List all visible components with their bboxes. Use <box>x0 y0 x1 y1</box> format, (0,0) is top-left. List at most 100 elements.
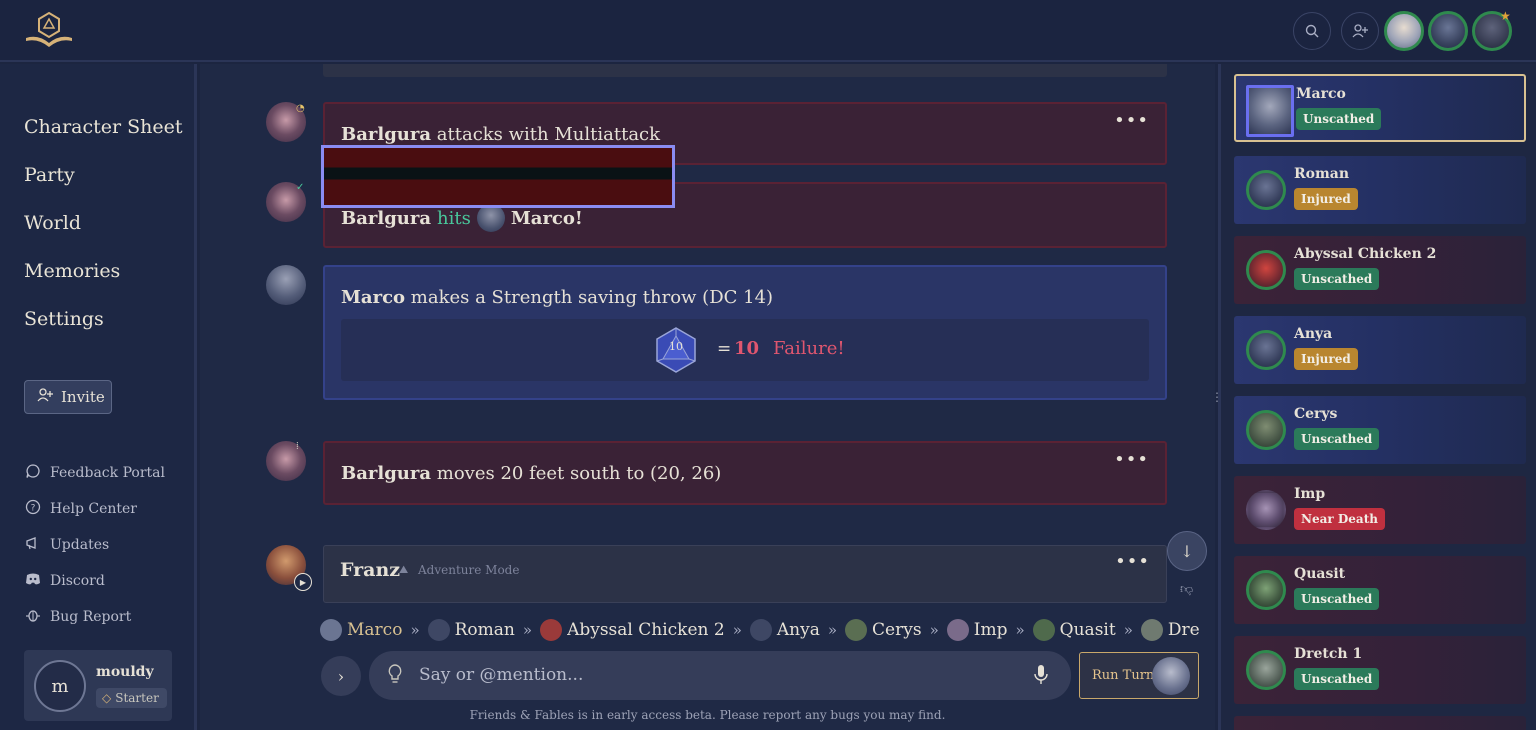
play-icon[interactable]: ▶ <box>294 573 312 591</box>
turn-item[interactable]: Abyssal Chicken 2 <box>540 619 725 641</box>
combatant-name: Dretch 1 <box>1294 646 1363 662</box>
expand-chevron-button[interactable]: › <box>321 656 361 696</box>
turn-item[interactable]: Marco <box>320 619 402 641</box>
player-avatar[interactable] <box>1384 11 1424 51</box>
help-center-label: Help Center <box>50 501 138 517</box>
combatant-card[interactable]: Imp Near Death <box>1234 476 1526 544</box>
nav-settings[interactable]: Settings <box>24 308 104 330</box>
footprints-icon: ⁞ <box>296 441 299 452</box>
top-bar: ★ <box>0 0 1536 62</box>
chat-area: ◔ Barlgura attacks with Multiattack ••• … <box>200 64 1215 730</box>
user-profile-card[interactable]: m mouldy ◇ Starter <box>24 650 172 721</box>
avatar <box>749 619 772 641</box>
d20-book-logo-icon[interactable] <box>22 10 76 50</box>
invite-label: Invite <box>61 388 105 406</box>
roll-total: 10 <box>734 338 760 359</box>
message-input[interactable] <box>419 663 999 687</box>
chevrons-icon: » <box>522 621 533 639</box>
combatant-card[interactable]: Quasit Unscathed <box>1234 556 1526 624</box>
die-value: 10 <box>669 340 683 353</box>
combatant-card[interactable]: Anya Injured <box>1234 316 1526 384</box>
turn-item[interactable]: Anya <box>749 619 820 641</box>
run-turn-label: Run Turn <box>1092 668 1155 683</box>
roll-result-box: 10 = 10 Failure! <box>341 319 1149 381</box>
hit-verb: hits <box>437 207 471 229</box>
lightbulb-icon[interactable] <box>387 664 403 688</box>
megaphone-icon <box>24 535 42 555</box>
turn-item[interactable]: Imp <box>946 619 1007 641</box>
more-options-icon[interactable]: ••• <box>1114 110 1149 131</box>
updates-link[interactable]: Updates <box>24 535 109 555</box>
avatar <box>1032 619 1055 641</box>
check-circle-icon: ✓ <box>296 182 305 193</box>
combatant-card[interactable]: Marco Unscathed <box>1234 74 1526 142</box>
help-center-link[interactable]: ? Help Center <box>24 499 137 519</box>
chevrons-icon: » <box>410 621 420 639</box>
player-avatar[interactable] <box>1428 11 1468 51</box>
nav-character-sheet[interactable]: Character Sheet <box>24 116 183 138</box>
message-actor: Barlgura <box>341 207 432 229</box>
turn-item[interactable]: Roman <box>427 619 515 641</box>
equals-sign: = <box>717 339 732 359</box>
discord-link[interactable]: Discord <box>24 571 105 591</box>
speech-bubble-icon <box>24 463 42 483</box>
more-options-icon[interactable]: ••• <box>1115 551 1150 572</box>
feedback-portal-link[interactable]: Feedback Portal <box>24 463 165 483</box>
mode-label: Adventure Mode <box>418 563 520 577</box>
d20-icon: 10 <box>654 326 698 374</box>
feedback-portal-label: Feedback Portal <box>50 465 165 481</box>
status-badge: Injured <box>1294 188 1358 210</box>
combatant-card[interactable]: Dretch 1 Unscathed <box>1234 636 1526 704</box>
avatar <box>1246 650 1286 690</box>
nav-world[interactable]: World <box>24 212 81 234</box>
status-badge: Unscathed <box>1294 428 1380 450</box>
avatar <box>1152 657 1190 695</box>
user-name: mouldy <box>96 664 154 680</box>
turn-name: Anya <box>776 620 820 640</box>
add-user-icon[interactable] <box>1341 12 1379 50</box>
chat-message: Franz ⛰ Adventure Mode ••• <box>323 545 1167 603</box>
avatar <box>1246 410 1286 450</box>
message-text: Marco makes a Strength saving throw (DC … <box>341 287 773 308</box>
chevrons-icon: » <box>827 621 838 639</box>
hit-target: Marco! <box>510 207 583 229</box>
roll-outcome: Failure! <box>773 338 845 359</box>
combatant-card[interactable]: Cerys Unscathed <box>1234 396 1526 464</box>
scroll-down-button[interactable]: ↓ <box>1167 531 1207 571</box>
microphone-icon[interactable] <box>1034 664 1048 690</box>
chevrons-icon: » <box>732 621 742 639</box>
status-badge: Unscathed <box>1294 668 1380 690</box>
message-text: Barlgura moves 20 feet south to (20, 26) <box>341 463 721 484</box>
combatant-card[interactable]: Roman Injured <box>1234 156 1526 224</box>
bug-report-link[interactable]: Bug Report <box>24 607 131 627</box>
nav-memories[interactable]: Memories <box>24 260 120 282</box>
run-turn-button[interactable]: Run Turn <box>1079 652 1199 699</box>
avatar <box>845 619 868 641</box>
avatar: m <box>34 660 86 712</box>
status-badge: Near Death <box>1294 508 1385 530</box>
search-icon[interactable] <box>1293 12 1331 50</box>
combatant-name: Anya <box>1294 326 1333 342</box>
diamond-icon: ◇ <box>102 691 112 705</box>
avatar <box>1246 85 1294 137</box>
avatar <box>1246 570 1286 610</box>
previous-message-edge <box>323 64 1167 77</box>
more-options-icon[interactable]: ••• <box>1114 449 1149 470</box>
combatant-card[interactable]: Abyssal Chicken 2 Unscathed <box>1234 236 1526 304</box>
thumbs-down-icon[interactable]: 👎︎ <box>1180 582 1193 597</box>
turn-item[interactable]: Dretch 1 <box>1140 619 1200 641</box>
turn-item[interactable]: Cerys <box>845 619 922 641</box>
turn-name: Cerys <box>872 620 922 640</box>
combatant-card[interactable] <box>1234 716 1526 730</box>
barlgura-avatar <box>266 441 306 481</box>
star-icon: ★ <box>1500 9 1511 23</box>
svg-text:?: ? <box>31 504 36 514</box>
message-actor: Barlgura <box>341 124 432 145</box>
discord-label: Discord <box>50 573 105 589</box>
turn-item[interactable]: Quasit <box>1032 619 1116 641</box>
invite-button[interactable]: Invite <box>24 380 112 414</box>
nav-party[interactable]: Party <box>24 164 75 186</box>
marco-avatar <box>266 265 306 305</box>
combatant-name: Quasit <box>1294 566 1346 582</box>
initiative-panel: Marco Unscathed Roman Injured Abyssal Ch… <box>1218 64 1536 730</box>
